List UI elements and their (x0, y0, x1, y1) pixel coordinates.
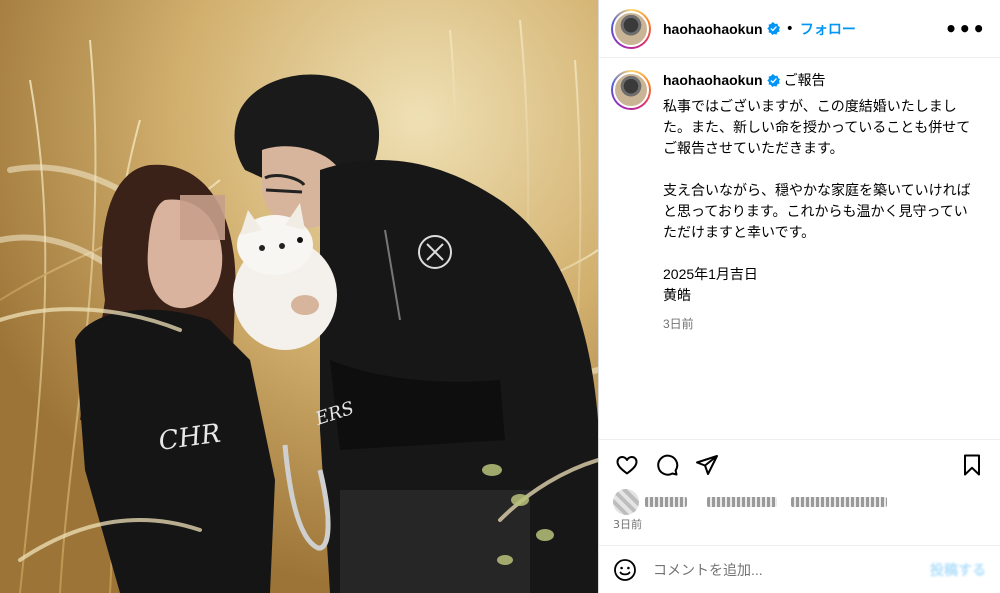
comment-bar: 投稿する (599, 545, 1000, 593)
comment-input[interactable] (653, 561, 930, 578)
post-side-panel: haohaohaokun • フォロー ••• haohaohaokun ご報告 (598, 0, 1000, 593)
blurred-text (791, 497, 887, 507)
header-username[interactable]: haohaohaokun (663, 21, 763, 37)
comment-icon (657, 454, 679, 476)
verified-badge-icon (766, 73, 780, 87)
instagram-post: CHR ERS haohaohaokun • フォロー ••• haohaoha… (0, 0, 1000, 593)
post-header: haohaohaokun • フォロー ••• (599, 0, 1000, 58)
like-button[interactable] (615, 453, 639, 477)
caption-avatar[interactable] (611, 70, 651, 110)
heart-icon (616, 455, 638, 474)
caption-text: 私事ではございますが、この度結婚いたしました。また、新しい命を授かっていることも… (663, 98, 971, 303)
comment-button[interactable] (655, 453, 679, 477)
emoji-icon[interactable] (613, 558, 637, 582)
separator-dot: • (785, 20, 794, 37)
blurred-text (645, 497, 687, 507)
post-comment-button[interactable]: 投稿する (930, 560, 986, 580)
liker-avatar-blurred (613, 489, 639, 515)
caption-title: ご報告 (783, 72, 826, 88)
caption: haohaohaokun ご報告 私事ではございますが、この度結婚いたしました。… (611, 70, 986, 334)
more-options-button[interactable]: ••• (945, 19, 986, 39)
follow-button[interactable]: フォロー (800, 19, 856, 39)
action-bar (599, 439, 1000, 489)
liked-by-row[interactable] (613, 488, 887, 516)
blurred-text (707, 497, 777, 507)
share-icon (696, 454, 718, 475)
bookmark-icon (964, 454, 980, 475)
post-photo[interactable]: CHR ERS (0, 0, 598, 593)
photo-illustration: CHR ERS (0, 0, 598, 593)
caption-timestamp[interactable]: 3日前 (663, 314, 981, 334)
caption-username[interactable]: haohaohaokun (663, 70, 763, 90)
caption-body: haohaohaokun ご報告 私事ではございますが、この度結婚いたしました。… (663, 70, 981, 334)
avatar[interactable] (611, 8, 651, 49)
save-button[interactable] (960, 453, 984, 477)
verified-badge-icon (766, 22, 780, 35)
post-timestamp[interactable]: 3日前 (613, 516, 642, 532)
share-button[interactable] (695, 453, 719, 477)
